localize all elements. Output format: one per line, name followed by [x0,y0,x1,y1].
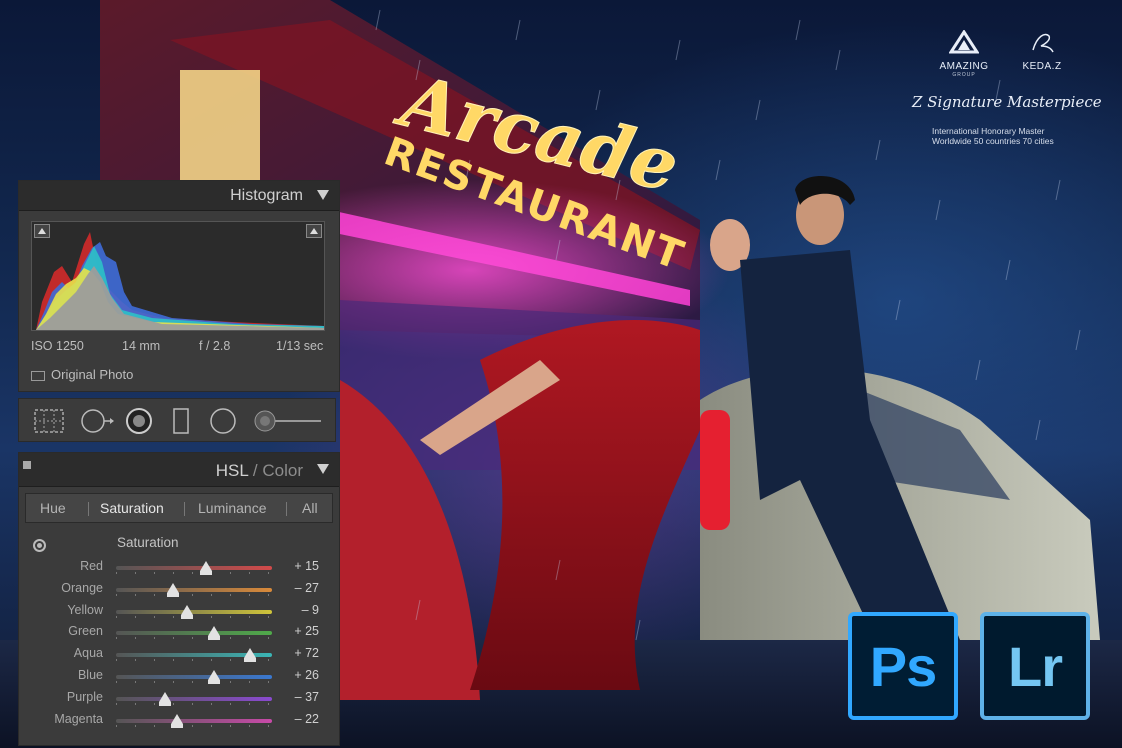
lightroom-logo-icon: Lr [1008,634,1063,698]
triangle-logo-icon [948,29,980,54]
original-photo-checkbox[interactable] [31,371,45,381]
hsl-tab-bar: Hue Saturation Luminance All [25,493,333,523]
slider-value-red[interactable]: + 15 [294,559,319,573]
slider-label-red: Red [80,559,103,573]
slider-track-magenta[interactable] [116,718,272,723]
slider-thumb-purple[interactable] [159,691,172,706]
logo1-name: AMAZING [939,61,989,72]
radial-filter-icon[interactable] [209,407,237,435]
spot-removal-icon[interactable] [124,407,154,435]
slider-ticks [116,593,272,596]
slider-thumb-aqua[interactable] [244,648,257,663]
slider-value-aqua[interactable]: + 72 [294,646,319,660]
histogram-curves [36,232,324,330]
slider-ticks [116,615,272,618]
signature-title: Z Signature Masterpiece [912,93,1102,111]
collapse-triangle-icon[interactable] [317,464,329,474]
car-taillight [700,410,730,530]
exif-iso: ISO 1250 [31,339,84,353]
shadow-clipping-icon[interactable] [34,224,50,238]
woman-red-dress [470,320,700,690]
slider-value-green[interactable]: + 25 [294,624,319,638]
tool-strip [18,398,336,442]
logo2-name: KEDA.Z [1022,61,1062,72]
slider-ticks [116,681,272,683]
hsl-title-sep: / [248,461,263,480]
histogram-graph [31,221,325,331]
slider-ticks [116,637,272,640]
crop-overlay-icon[interactable] [79,407,115,435]
slider-ticks [116,572,272,574]
slider-label-aqua: Aqua [73,646,103,661]
brand-watermark: AMAZING GROUP KEDA.Z Z Signature Masterp… [900,29,1110,150]
hsl-title-dim: Color [262,461,303,480]
histogram-panel: Histogram ISO 1250 14 mm f / 2.8 1/13 se… [18,180,340,392]
histogram-header[interactable]: Histogram [19,181,339,211]
slider-value-purple[interactable]: – 37 [295,690,319,704]
slider-label-green: Green [68,624,103,639]
exif-focal-length: 14 mm [122,339,161,353]
slider-label-magenta: Magenta [54,711,103,726]
brand-line-2: Worldwide 50 countries 70 cities [932,136,1054,146]
slider-thumb-yellow[interactable] [180,604,193,619]
slider-track-purple[interactable] [116,696,272,701]
slider-label-orange: Orange [61,580,103,595]
targeted-adjustment-icon[interactable] [33,539,46,552]
tab-luminance[interactable]: Luminance [198,500,267,516]
tower-light [180,70,260,180]
collapse-triangle-icon[interactable] [317,190,329,200]
tab-hue[interactable]: Hue [40,500,66,516]
slider-label-blue: Blue [77,668,103,682]
slider-label-yellow: Yellow [67,602,103,617]
slider-thumb-blue[interactable] [208,670,221,684]
slider-thumb-magenta[interactable] [170,713,183,728]
histogram-title: Histogram [230,187,303,204]
slider-thumb-red[interactable] [199,561,212,575]
grid-icon[interactable] [33,407,65,435]
signature-logo-icon [1032,33,1054,53]
adjustment-brush-icon[interactable] [253,407,323,435]
slider-ticks [116,702,272,705]
slider-value-magenta[interactable]: – 22 [295,712,319,726]
slider-value-blue[interactable]: + 26 [294,668,319,682]
photoshop-logo-icon: Ps [869,634,937,698]
lightroom-badge: Lr [980,612,1090,720]
panel-toggle-icon[interactable] [23,461,31,469]
slider-ticks [116,724,272,727]
slider-label-purple: Purple [66,689,103,704]
hsl-title-main: HSL [215,461,249,480]
tab-separator [88,502,89,516]
slider-value-yellow[interactable]: – 9 [302,603,319,617]
slider-track-blue[interactable] [116,675,272,679]
graduated-filter-icon[interactable] [171,407,191,435]
brand-line-1: International Honorary Master [932,126,1045,136]
tab-separator [286,502,287,516]
hsl-header[interactable]: HSL / Color [19,453,339,487]
exif-shutter: 1/13 sec [276,339,324,353]
slider-thumb-green[interactable] [207,626,220,641]
slider-thumb-orange[interactable] [166,582,179,597]
slider-value-orange[interactable]: – 27 [295,581,319,595]
original-photo-label: Original Photo [51,367,134,382]
logo1-sub: GROUP [952,72,976,78]
amazing-group-logo: AMAZING GROUP [934,29,994,78]
exif-aperture: f / 2.8 [199,339,231,353]
slider-track-yellow[interactable] [116,609,272,614]
highlight-clipping-icon[interactable] [306,224,322,238]
keda-z-logo: KEDA.Z [1012,30,1072,72]
tab-separator [184,502,185,516]
slider-track-green[interactable] [116,631,272,636]
slider-track-orange[interactable] [116,587,272,592]
photoshop-badge: Ps [848,612,958,720]
tab-all[interactable]: All [302,500,318,516]
section-heading: Saturation [117,535,179,550]
slider-track-red[interactable] [116,566,272,570]
hsl-color-panel: HSL / Color Hue Saturation Luminance All… [18,452,340,746]
hsl-title: HSL / Color [216,461,303,481]
tab-saturation[interactable]: Saturation [100,500,164,516]
